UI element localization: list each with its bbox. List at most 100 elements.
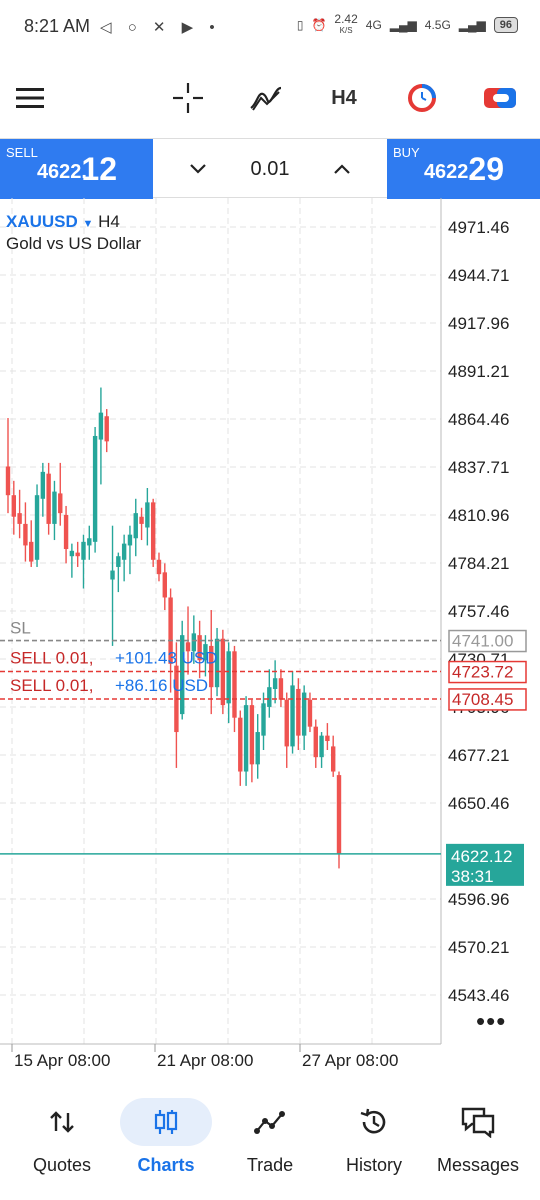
symbol-dropdown-icon[interactable]: ▼ — [83, 218, 94, 230]
sell-price-big: 12 — [81, 151, 117, 187]
nav-charts-label: Charts — [137, 1155, 195, 1175]
candle-body — [261, 703, 266, 736]
notification-icons: ◁ ○ ✕ ▶ • — [100, 19, 221, 36]
nav-quotes-label: Quotes — [32, 1155, 92, 1175]
vibrate-icon: ▯ — [296, 18, 304, 32]
candle-body — [162, 572, 167, 598]
menu-icon[interactable] — [8, 76, 52, 120]
candles-icon — [120, 1098, 212, 1146]
sl-price-label: 4741.00 — [452, 632, 513, 651]
y-tick-label: 4971.46 — [448, 218, 509, 237]
chart-canvas[interactable]: 4971.46 4944.71 4917.96 4891.21 4864.46 4837.… — [0, 198, 540, 1078]
sell-button[interactable]: SELL 4622. 12 — [0, 139, 153, 199]
candle-body — [249, 705, 255, 765]
nav-messages[interactable]: Messages — [424, 1098, 532, 1188]
nav-charts[interactable]: Charts — [112, 1098, 220, 1188]
status-time: 8:21 AM — [24, 16, 91, 36]
order-price-label: 4723.72 — [452, 663, 513, 682]
bar-countdown-label: 38:31 — [451, 867, 494, 886]
signal-icon: ▂▄▆ — [389, 18, 417, 32]
chart-symbol[interactable]: XAUUSD — [6, 212, 78, 231]
order-label[interactable]: SELL 0.01, — [10, 676, 94, 695]
bottom-navigation: Quotes Charts Trade History Messages — [0, 1092, 540, 1200]
nav-trade[interactable]: Trade — [216, 1098, 324, 1188]
candle-body — [133, 513, 138, 539]
signal-icon-2: ▂▄▆ — [458, 18, 486, 32]
order-label[interactable]: SELL 0.01, — [10, 649, 94, 668]
candle-body — [232, 651, 237, 718]
candle-body — [46, 473, 51, 524]
chart-symbol-header[interactable]: XAUUSD ▼ H4 — [6, 212, 120, 232]
toggle-icon[interactable] — [478, 76, 522, 120]
candle-body — [307, 699, 313, 727]
timeframe-button[interactable]: H4 — [322, 76, 366, 120]
network-4g: 4G — [365, 18, 382, 32]
indicators-icon[interactable] — [244, 76, 288, 120]
messages-icon — [432, 1098, 524, 1146]
lot-decrease-button[interactable] — [178, 149, 218, 189]
network-45g: 4.5G — [424, 18, 451, 32]
clock-circle-icon[interactable] — [400, 76, 444, 120]
more-options-icon[interactable]: ••• — [476, 1006, 506, 1037]
lot-size-input[interactable] — [225, 155, 315, 183]
candle-body — [17, 513, 22, 524]
nav-history[interactable]: History — [320, 1098, 428, 1188]
buy-label: BUY — [393, 145, 420, 160]
y-tick-label: 4944.71 — [448, 266, 509, 285]
candle-body — [75, 552, 80, 557]
chart-timeframe: H4 — [98, 212, 120, 231]
candle-body — [313, 726, 318, 758]
candle-body — [272, 678, 278, 689]
y-tick-label: 4570.21 — [448, 938, 509, 957]
candle-body — [284, 699, 289, 747]
x-tick-label: 27 Apr 08:00 — [302, 1051, 398, 1070]
candle-body — [23, 523, 28, 546]
buy-price-big: 29 — [468, 151, 504, 187]
status-right: ▯ ⏰ 2.42 K/S 4G ▂▄▆ 4.5G ▂▄▆ 96 — [296, 12, 518, 36]
buy-button[interactable]: BUY 4622. 29 — [387, 139, 540, 199]
trade-line-icon — [224, 1098, 316, 1146]
candle-body — [63, 514, 69, 550]
candle-body — [156, 559, 162, 575]
history-icon — [328, 1098, 420, 1146]
candle-body — [40, 471, 46, 499]
x-tick-label: 15 Apr 08:00 — [14, 1051, 110, 1070]
candle-body — [110, 570, 115, 580]
candle-body — [121, 543, 127, 560]
candle-body — [29, 541, 34, 562]
order-profit[interactable]: +86.16 USD — [115, 676, 208, 695]
candle-body — [255, 732, 260, 765]
sell-price-small: 4622. — [36, 161, 87, 183]
crosshair-icon[interactable] — [166, 76, 210, 120]
candle-body — [267, 687, 272, 707]
candle-body — [243, 705, 249, 772]
candle-body — [58, 493, 63, 514]
y-tick-label: 4757.46 — [448, 602, 509, 621]
alarm-icon: ⏰ — [311, 18, 327, 32]
lot-increase-button[interactable] — [322, 149, 362, 189]
sl-label[interactable]: SL — [10, 619, 31, 638]
candle-body — [238, 717, 243, 772]
y-tick-label: 4917.96 — [448, 314, 509, 333]
y-tick-label: 4543.46 — [448, 986, 509, 1005]
candle-body — [5, 466, 11, 496]
x-tick-label: 21 Apr 08:00 — [157, 1051, 253, 1070]
one-click-trade-bar: SELL 4622. 12 BUY 4622. 29 — [0, 138, 540, 199]
y-tick-label: 4891.21 — [448, 362, 509, 381]
order-profit[interactable]: +101.43 USD — [115, 649, 218, 668]
net-speed: 2.42 K/S — [334, 12, 358, 35]
y-tick-label: 4810.96 — [448, 506, 509, 525]
candle-body — [87, 538, 92, 546]
candle-body — [69, 550, 75, 557]
chart-description: Gold vs US Dollar — [6, 234, 142, 253]
candle-body — [150, 502, 156, 560]
candle-body — [145, 502, 150, 528]
candle-body — [336, 775, 342, 855]
candle-body — [180, 635, 185, 715]
y-tick-label: 4864.46 — [448, 410, 509, 429]
y-tick-label: 4837.71 — [448, 458, 509, 477]
candle-body — [98, 412, 104, 440]
nav-quotes[interactable]: Quotes — [8, 1098, 116, 1188]
nav-history-label: History — [345, 1155, 402, 1175]
price-chart[interactable]: 4971.46 4944.71 4917.96 4891.21 4864.46 4837.… — [0, 198, 540, 1078]
